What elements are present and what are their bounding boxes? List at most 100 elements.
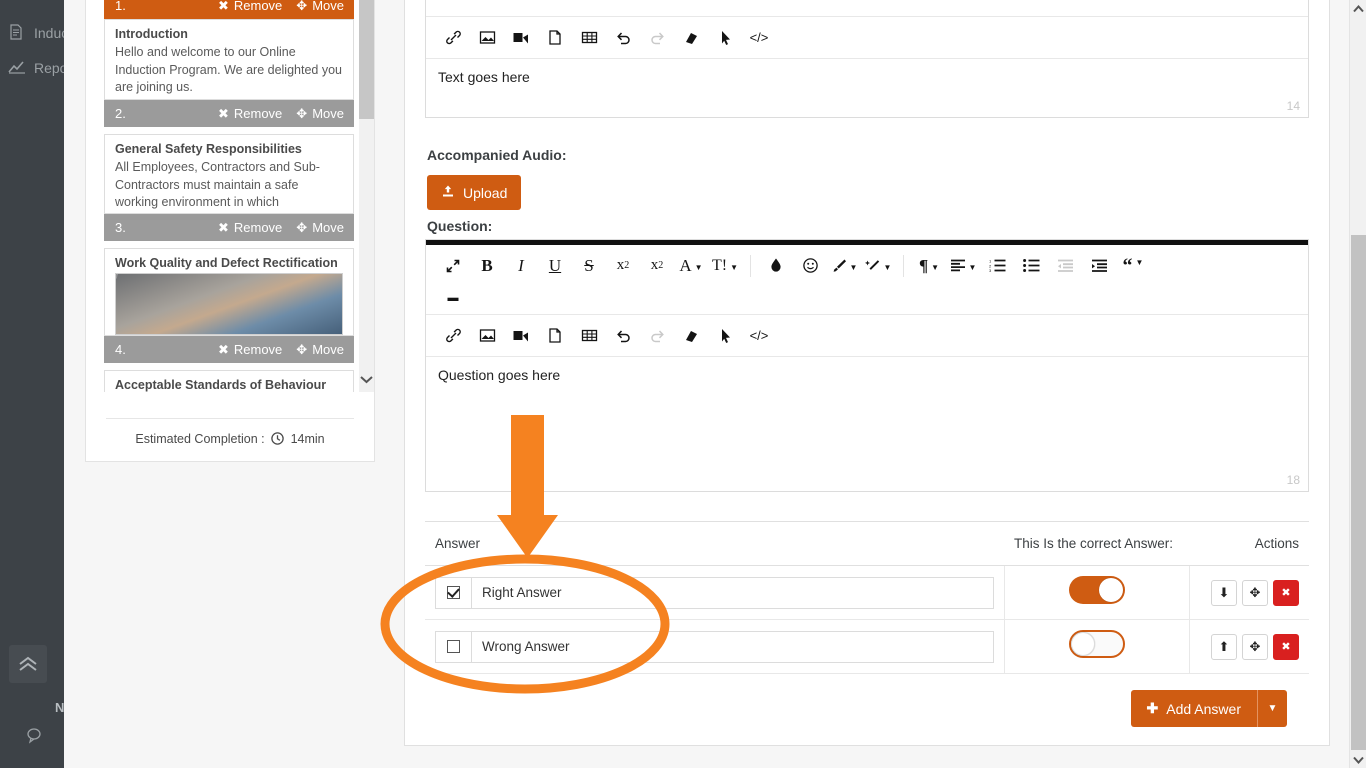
arrow-up-icon[interactable]: ⬆ xyxy=(1211,633,1237,660)
indent-icon[interactable] xyxy=(1082,249,1116,282)
question-editor-content[interactable]: Question goes here 18 xyxy=(426,357,1308,491)
underline-icon[interactable]: U xyxy=(538,249,572,282)
insert-link-icon[interactable] xyxy=(436,21,470,54)
answer-checkbox-wrapper[interactable] xyxy=(436,577,472,608)
align-icon[interactable]: ▼ xyxy=(946,249,980,282)
unordered-list-icon[interactable] xyxy=(1014,249,1048,282)
correct-answer-toggle[interactable] xyxy=(1068,630,1125,658)
quote-icon[interactable]: “▼ xyxy=(1116,249,1150,282)
ordered-list-icon[interactable]: 123 xyxy=(980,249,1014,282)
insert-image-icon[interactable] xyxy=(470,21,504,54)
insert-table-icon[interactable] xyxy=(572,319,606,352)
answers-table: Answer This Is the correct Answer: Actio… xyxy=(425,521,1309,674)
text-editor-char-count: 14 xyxy=(1286,99,1300,113)
italic-icon[interactable]: I xyxy=(504,249,538,282)
delete-icon[interactable]: ✖ xyxy=(1273,579,1299,606)
module-header-4[interactable]: 4. ✖ Remove ✥ Move xyxy=(104,336,354,363)
move-icon[interactable]: ✥ xyxy=(1242,579,1268,606)
insert-link-icon[interactable] xyxy=(436,319,470,352)
scroll-down-button[interactable] xyxy=(1350,751,1366,768)
module-move-handle[interactable]: ✥ Move xyxy=(296,220,344,236)
upload-button[interactable]: Upload xyxy=(427,175,522,210)
module-move-handle[interactable]: ✥ Move xyxy=(296,106,344,122)
code-view-icon[interactable]: </> xyxy=(742,319,776,352)
page-scrollbar[interactable] xyxy=(1349,0,1366,768)
module-remove-button[interactable]: ✖ Remove xyxy=(218,342,282,358)
code-view-icon[interactable]: </> xyxy=(742,21,776,54)
module-remove-button[interactable]: ✖ Remove xyxy=(218,106,282,122)
insert-video-icon[interactable] xyxy=(504,21,538,54)
table-row: Right Answer ⬇ ✥ ✖ xyxy=(425,565,1309,620)
module-title: Work Quality and Defect Rectification xyxy=(115,256,338,270)
undo-icon[interactable] xyxy=(606,21,640,54)
main-content-panel: ▬ </> Text goes here 14 Accompa xyxy=(404,0,1330,746)
arrow-down-icon[interactable]: ⬇ xyxy=(1211,579,1237,606)
module-remove-button[interactable]: ✖ Remove xyxy=(218,0,282,14)
bold-icon[interactable]: B xyxy=(470,249,504,282)
collapse-sidebar-button[interactable] xyxy=(9,645,47,683)
module-body-3[interactable]: General Safety Responsibilities All Empl… xyxy=(104,134,354,214)
module-remove-button[interactable]: ✖ Remove xyxy=(218,220,282,236)
redo-icon[interactable] xyxy=(640,319,674,352)
insert-file-icon[interactable] xyxy=(538,319,572,352)
scrollbar-thumb[interactable] xyxy=(359,0,374,119)
horizontal-rule-icon[interactable]: ▬ xyxy=(436,288,470,308)
insert-table-icon[interactable] xyxy=(572,21,606,54)
correct-answer-toggle[interactable] xyxy=(1068,576,1125,604)
outdent-icon[interactable] xyxy=(1048,249,1082,282)
add-answer-dropdown-button[interactable]: ▼ xyxy=(1257,690,1287,727)
module-body-5[interactable]: Acceptable Standards of Behaviour xyxy=(104,370,354,392)
column-header-actions: Actions xyxy=(1189,521,1309,566)
horizontal-rule-icon[interactable]: ▬ xyxy=(436,0,470,13)
clear-formatting-icon[interactable] xyxy=(674,21,708,54)
delete-icon[interactable]: ✖ xyxy=(1273,633,1299,660)
answer-input[interactable]: Wrong Answer xyxy=(472,632,993,662)
answer-checkbox[interactable] xyxy=(447,586,460,599)
clear-formatting-icon[interactable] xyxy=(674,319,708,352)
nav-footer-label: N xyxy=(55,700,65,715)
caret-down-icon: ▼ xyxy=(1267,703,1278,714)
subscript-icon[interactable]: x2 xyxy=(606,249,640,282)
paint-brush-icon[interactable]: ▼ xyxy=(827,249,861,282)
question-label: Question: xyxy=(427,218,493,234)
select-all-icon[interactable] xyxy=(708,21,742,54)
answer-input[interactable]: Right Answer xyxy=(472,578,993,608)
fullscreen-icon[interactable] xyxy=(436,249,470,282)
superscript-icon[interactable]: x2 xyxy=(640,249,674,282)
scroll-up-button[interactable] xyxy=(1350,0,1366,17)
module-move-handle[interactable]: ✥ Move xyxy=(296,342,344,358)
redo-icon[interactable] xyxy=(640,21,674,54)
text-color-icon[interactable] xyxy=(759,249,793,282)
insert-image-icon[interactable] xyxy=(470,319,504,352)
answer-cell: Right Answer xyxy=(425,565,1004,620)
magic-wand-icon[interactable]: ▼ xyxy=(861,249,895,282)
undo-icon[interactable] xyxy=(606,319,640,352)
add-answer-button[interactable]: ✚ Add Answer xyxy=(1130,690,1257,727)
module-header-2[interactable]: 2. ✖ Remove ✥ Move xyxy=(104,100,354,127)
insert-file-icon[interactable] xyxy=(538,21,572,54)
module-body-2[interactable]: Introduction Hello and welcome to our On… xyxy=(104,19,354,100)
answer-input-group[interactable]: Wrong Answer xyxy=(435,630,994,663)
font-size-icon[interactable]: T! ▼ xyxy=(708,249,742,282)
font-family-icon[interactable]: A ▼ xyxy=(674,249,708,282)
move-icon[interactable]: ✥ xyxy=(1242,633,1268,660)
estimated-completion-value: 14min xyxy=(290,432,325,446)
module-list-scrollbar[interactable] xyxy=(359,0,374,392)
emoticon-icon[interactable] xyxy=(793,249,827,282)
select-all-icon[interactable] xyxy=(708,319,742,352)
scrollbar-thumb[interactable] xyxy=(1351,235,1366,750)
answer-checkbox-wrapper[interactable] xyxy=(436,631,472,662)
answer-checkbox[interactable] xyxy=(447,640,460,653)
paragraph-format-icon[interactable]: ¶ ▼ xyxy=(912,249,946,282)
scroll-down-button[interactable] xyxy=(359,372,374,386)
insert-video-icon[interactable] xyxy=(504,319,538,352)
answer-input-group[interactable]: Right Answer xyxy=(435,576,994,609)
module-header-1[interactable]: 1. ✖ Remove ✥ Move xyxy=(104,0,354,19)
text-editor-value: Text goes here xyxy=(438,69,530,85)
module-move-handle[interactable]: ✥ Move xyxy=(296,0,344,14)
text-editor-content[interactable]: Text goes here 14 xyxy=(426,59,1308,117)
chat-bubble-icon[interactable] xyxy=(26,726,48,751)
module-body-4[interactable]: Work Quality and Defect Rectification xyxy=(104,248,354,336)
strikethrough-icon[interactable]: S xyxy=(572,249,606,282)
module-header-3[interactable]: 3. ✖ Remove ✥ Move xyxy=(104,214,354,241)
